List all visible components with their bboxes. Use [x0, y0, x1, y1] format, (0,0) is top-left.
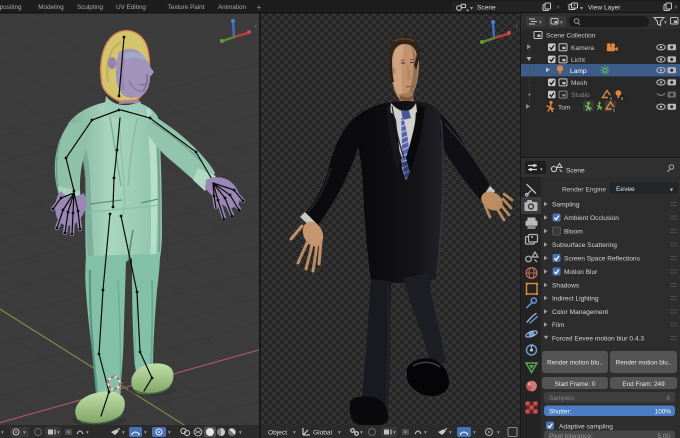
svg-text:▾: ▾ [360, 430, 363, 436]
svg-text:Studio: Studio [571, 92, 590, 99]
svg-text:▾: ▾ [539, 20, 542, 26]
svg-text:Mesh: Mesh [571, 80, 587, 87]
svg-text:Color Management: Color Management [552, 309, 608, 316]
svg-text:▾: ▾ [1, 430, 4, 436]
svg-text:Adaptive sampling: Adaptive sampling [559, 424, 613, 431]
svg-text:▾: ▾ [86, 430, 89, 436]
svg-text:▾: ▾ [424, 430, 427, 436]
svg-text:▾: ▾ [560, 20, 563, 26]
svg-text:Scene Collection: Scene Collection [546, 33, 596, 40]
svg-text:Bloom: Bloom [564, 228, 583, 235]
svg-text:▾: ▾ [23, 430, 26, 436]
svg-text:Global: Global [313, 430, 333, 437]
svg-text:Motion Blur: Motion Blur [564, 269, 598, 276]
svg-text:3: 3 [609, 96, 612, 101]
svg-text:Object: Object [268, 430, 287, 437]
svg-text:Screen Space Reflections: Screen Space Reflections [564, 255, 641, 262]
svg-text:Modeling: Modeling [38, 4, 64, 11]
svg-text:View Layer: View Layer [588, 5, 621, 12]
svg-text:Scene: Scene [477, 5, 496, 12]
svg-text:×: × [556, 5, 560, 12]
svg-text:▾: ▾ [670, 188, 673, 194]
svg-text:▾: ▾ [57, 430, 60, 436]
svg-text:▾: ▾ [239, 430, 242, 436]
svg-text:▾: ▾ [580, 6, 583, 12]
svg-text:Film: Film [552, 322, 565, 329]
svg-text:Sampling: Sampling [552, 201, 580, 208]
svg-text:Samples:: Samples: [549, 395, 576, 402]
svg-text:UV Editing: UV Editing [116, 4, 146, 11]
svg-text:▾: ▾ [168, 430, 171, 436]
svg-text:Licht: Licht [571, 57, 585, 64]
svg-text:100%: 100% [655, 409, 672, 416]
svg-text:▾: ▾ [122, 430, 125, 436]
svg-text:▾: ▾ [449, 430, 452, 436]
svg-text:▾: ▾ [393, 430, 396, 436]
svg-text:Kamera: Kamera [571, 45, 594, 52]
svg-text:Render motion blu..: Render motion blu.. [547, 360, 603, 367]
svg-text:Animation: Animation [218, 4, 246, 11]
svg-text:Render motion blu..: Render motion blu.. [616, 360, 672, 367]
svg-text:Render Engine: Render Engine [562, 187, 606, 194]
svg-text:Subsurface Scattering: Subsurface Scattering [552, 242, 617, 249]
svg-text:End Fram: 249: End Fram: 249 [622, 381, 665, 388]
svg-text:3: 3 [621, 96, 624, 101]
svg-text:Scene: Scene [566, 168, 585, 175]
svg-text:▾: ▾ [338, 430, 341, 436]
svg-text:Eevee: Eevee [616, 186, 635, 193]
svg-text:+: + [257, 3, 262, 12]
svg-text:▾: ▾ [473, 430, 476, 436]
svg-text:Pixel tolerance:: Pixel tolerance: [549, 433, 593, 438]
svg-text:Sculpting: Sculpting [77, 4, 103, 11]
svg-text:▾: ▾ [664, 20, 667, 26]
svg-text:Shadows: Shadows [552, 282, 580, 289]
svg-text:Shutter:: Shutter: [549, 409, 572, 416]
svg-text:mpositing: mpositing [0, 4, 22, 11]
svg-text:8: 8 [666, 395, 670, 402]
svg-text:▾: ▾ [497, 430, 500, 436]
svg-text:Lamp: Lamp [570, 68, 587, 75]
svg-text:Ambient Occlusion: Ambient Occlusion [564, 215, 619, 222]
svg-text:Start Frame: 0: Start Frame: 0 [555, 381, 596, 388]
svg-text:×: × [674, 5, 678, 12]
svg-text:Texture Paint: Texture Paint [168, 4, 205, 11]
svg-text:Tom: Tom [558, 104, 571, 111]
svg-text:▾: ▾ [144, 430, 147, 436]
svg-text:▾: ▾ [293, 430, 296, 436]
svg-text:5.00: 5.00 [658, 433, 671, 438]
svg-text:▾: ▾ [540, 167, 543, 173]
svg-text:Forced Eevee motion blur 0.4.3: Forced Eevee motion blur 0.4.3 [552, 335, 644, 342]
svg-text:Indirect Lighting: Indirect Lighting [552, 295, 599, 302]
svg-text:▾: ▾ [470, 6, 473, 12]
